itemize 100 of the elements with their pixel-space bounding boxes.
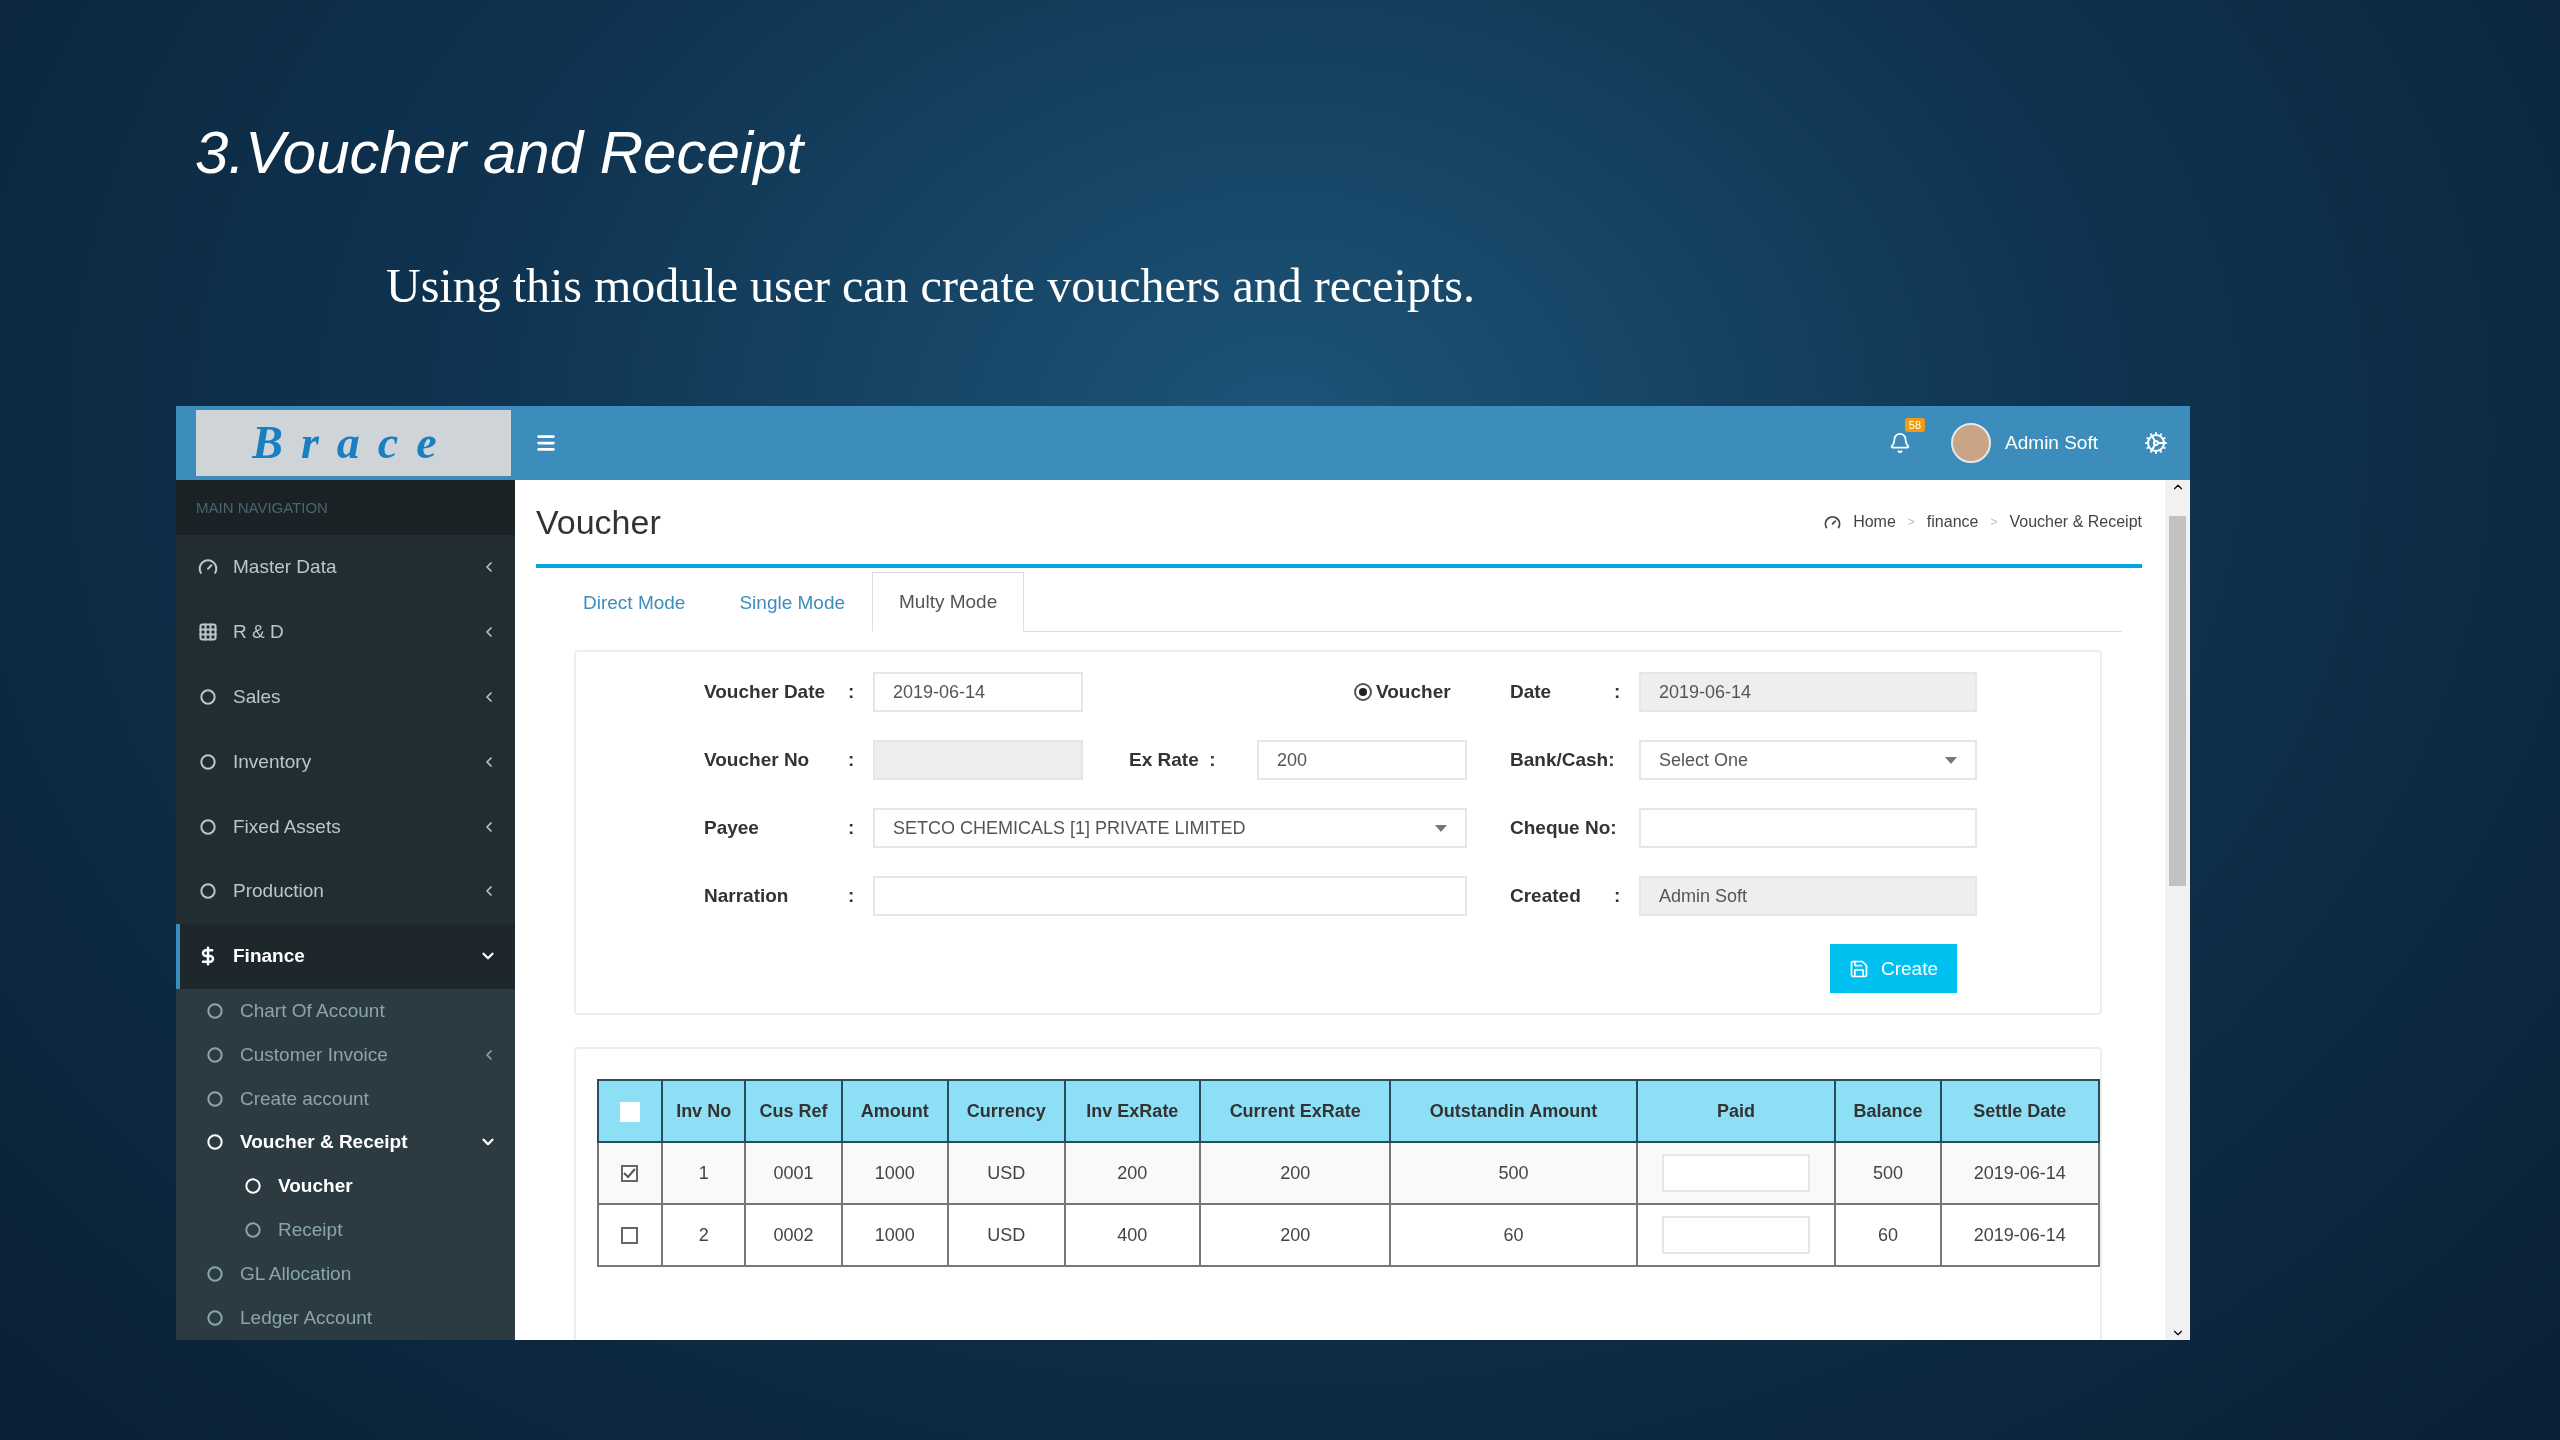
colon: : — [1614, 681, 1622, 703]
column-header: Inv No — [661, 1080, 746, 1142]
input-field[interactable]: 2019-06-14 — [873, 672, 1083, 712]
table-cell: 1000 — [841, 1204, 948, 1266]
table-cell: 200 — [1199, 1142, 1391, 1204]
sidebar-item[interactable]: GL Allocation — [176, 1252, 515, 1297]
input-field[interactable]: 200 — [1257, 740, 1467, 780]
field-label: Cheque No: — [1510, 817, 1614, 839]
input-field[interactable] — [873, 876, 1467, 916]
slide-subtitle: Using this module user can create vouchers and receipts. — [386, 260, 1476, 312]
breadcrumb-link[interactable]: Home — [1853, 513, 1896, 531]
field-label: Date — [1510, 681, 1553, 703]
column-header: Settle Date — [1940, 1080, 2099, 1142]
circle-icon — [197, 688, 219, 705]
breadcrumb-link[interactable]: Voucher & Receipt — [2009, 513, 2142, 531]
field-label: Ex Rate : — [1129, 749, 1217, 771]
circle-icon — [204, 1090, 226, 1107]
colon: : — [848, 681, 856, 703]
column-header: Outstandin Amount — [1390, 1080, 1637, 1142]
user-name[interactable]: Admin Soft — [2005, 432, 2098, 454]
table-cell: 500 — [1390, 1142, 1637, 1204]
select-field[interactable]: SETCO CHEMICALS [1] PRIVATE LIMITED — [873, 808, 1467, 848]
select-all-checkbox[interactable] — [620, 1101, 640, 1122]
select-field[interactable]: Select One — [1639, 740, 1977, 780]
grid-icon — [197, 622, 219, 642]
field-label: Voucher Date — [704, 681, 827, 703]
paid-input[interactable] — [1661, 1216, 1810, 1254]
nav-heading: MAIN NAVIGATION — [176, 479, 515, 535]
circle-icon — [197, 883, 219, 900]
sidebar-item[interactable]: Customer Invoice — [176, 1032, 515, 1077]
sidebar-item[interactable]: R & D — [176, 599, 515, 665]
column-header: Cus Ref — [745, 1080, 842, 1142]
table-cell: 60 — [1390, 1204, 1637, 1266]
circle-icon — [197, 818, 219, 835]
column-header: Inv ExRate — [1064, 1080, 1200, 1142]
field-label: Bank/Cash: — [1510, 749, 1614, 771]
table-cell: 200 — [1064, 1142, 1200, 1204]
sidebar-item[interactable]: Create account — [176, 1076, 515, 1121]
dropdown-caret-icon — [1435, 824, 1447, 832]
column-header: Amount — [841, 1080, 948, 1142]
table-cell: 2019-06-14 — [1940, 1204, 2099, 1266]
sidebar-item[interactable]: Ledger Account — [176, 1296, 515, 1340]
colon: : — [1209, 749, 1216, 770]
sidebar-item[interactable]: Fixed Assets — [176, 794, 515, 859]
table-cell: 1000 — [841, 1142, 948, 1204]
sidebar-item[interactable]: Chart Of Account — [176, 988, 515, 1033]
colon: : — [848, 817, 856, 839]
sidebar-item[interactable]: Master Data — [176, 534, 515, 600]
colon: : — [848, 885, 856, 907]
table-cell: USD — [947, 1204, 1065, 1266]
sidebar-item[interactable]: Voucher — [176, 1164, 515, 1209]
column-header: Paid — [1636, 1080, 1836, 1142]
table-cell: 2019-06-14 — [1940, 1142, 2099, 1204]
breadcrumb-separator: > — [1907, 515, 1915, 529]
save-icon — [1848, 958, 1869, 979]
menu-icon[interactable] — [535, 432, 557, 454]
colon: : — [848, 749, 856, 771]
bell-icon[interactable] — [1889, 432, 1912, 454]
dropdown-caret-icon — [1945, 756, 1957, 764]
circle-icon — [204, 1266, 226, 1283]
field-label: Narration — [704, 885, 790, 907]
avatar[interactable] — [1951, 423, 1992, 463]
notification-badge: 58 — [1904, 418, 1926, 432]
circle-icon — [204, 1310, 226, 1327]
table-cell: 400 — [1064, 1204, 1200, 1266]
page-title: Voucher — [536, 502, 662, 542]
row-checkbox[interactable] — [621, 1227, 639, 1245]
circle-icon — [197, 753, 219, 770]
tab[interactable]: Multy Mode — [872, 572, 1025, 632]
sidebar-item[interactable]: Inventory — [176, 729, 515, 795]
gauge-icon — [1824, 513, 1842, 531]
field-label: Created — [1510, 885, 1582, 907]
voucher-radio[interactable]: Voucher — [1257, 681, 1467, 703]
column-header: Balance — [1835, 1080, 1941, 1142]
logo: Brace — [196, 409, 511, 476]
slide-title: 3.Voucher and Receipt — [195, 118, 806, 188]
breadcrumb-link[interactable]: finance — [1926, 513, 1979, 531]
table-cell: 500 — [1835, 1142, 1941, 1204]
table-cell: 1 — [661, 1142, 746, 1204]
sidebar-item[interactable]: Receipt — [176, 1208, 515, 1253]
field-label: Payee — [704, 817, 760, 839]
circle-icon — [204, 1002, 226, 1019]
table-cell: 60 — [1835, 1204, 1941, 1266]
sidebar-item[interactable]: Finance — [176, 923, 515, 989]
circle-icon — [242, 1178, 264, 1195]
circle-icon — [204, 1134, 226, 1151]
column-header: Currency — [947, 1080, 1065, 1142]
circle-icon — [204, 1046, 226, 1063]
paid-input[interactable] — [1661, 1154, 1810, 1192]
colon: : — [1614, 885, 1622, 907]
sidebar-item[interactable]: Sales — [176, 664, 515, 730]
input-field[interactable] — [1639, 808, 1977, 848]
settings-icon[interactable] — [2144, 431, 2168, 455]
row-checkbox[interactable] — [621, 1165, 639, 1183]
scrollbar[interactable] — [2165, 480, 2190, 1340]
table-cell: 0001 — [745, 1142, 842, 1204]
sidebar-item[interactable]: Voucher & Receipt — [176, 1120, 515, 1165]
sidebar-item[interactable]: Production — [176, 859, 515, 924]
breadcrumb-separator: > — [1990, 515, 1998, 529]
table-cell: USD — [947, 1142, 1065, 1204]
